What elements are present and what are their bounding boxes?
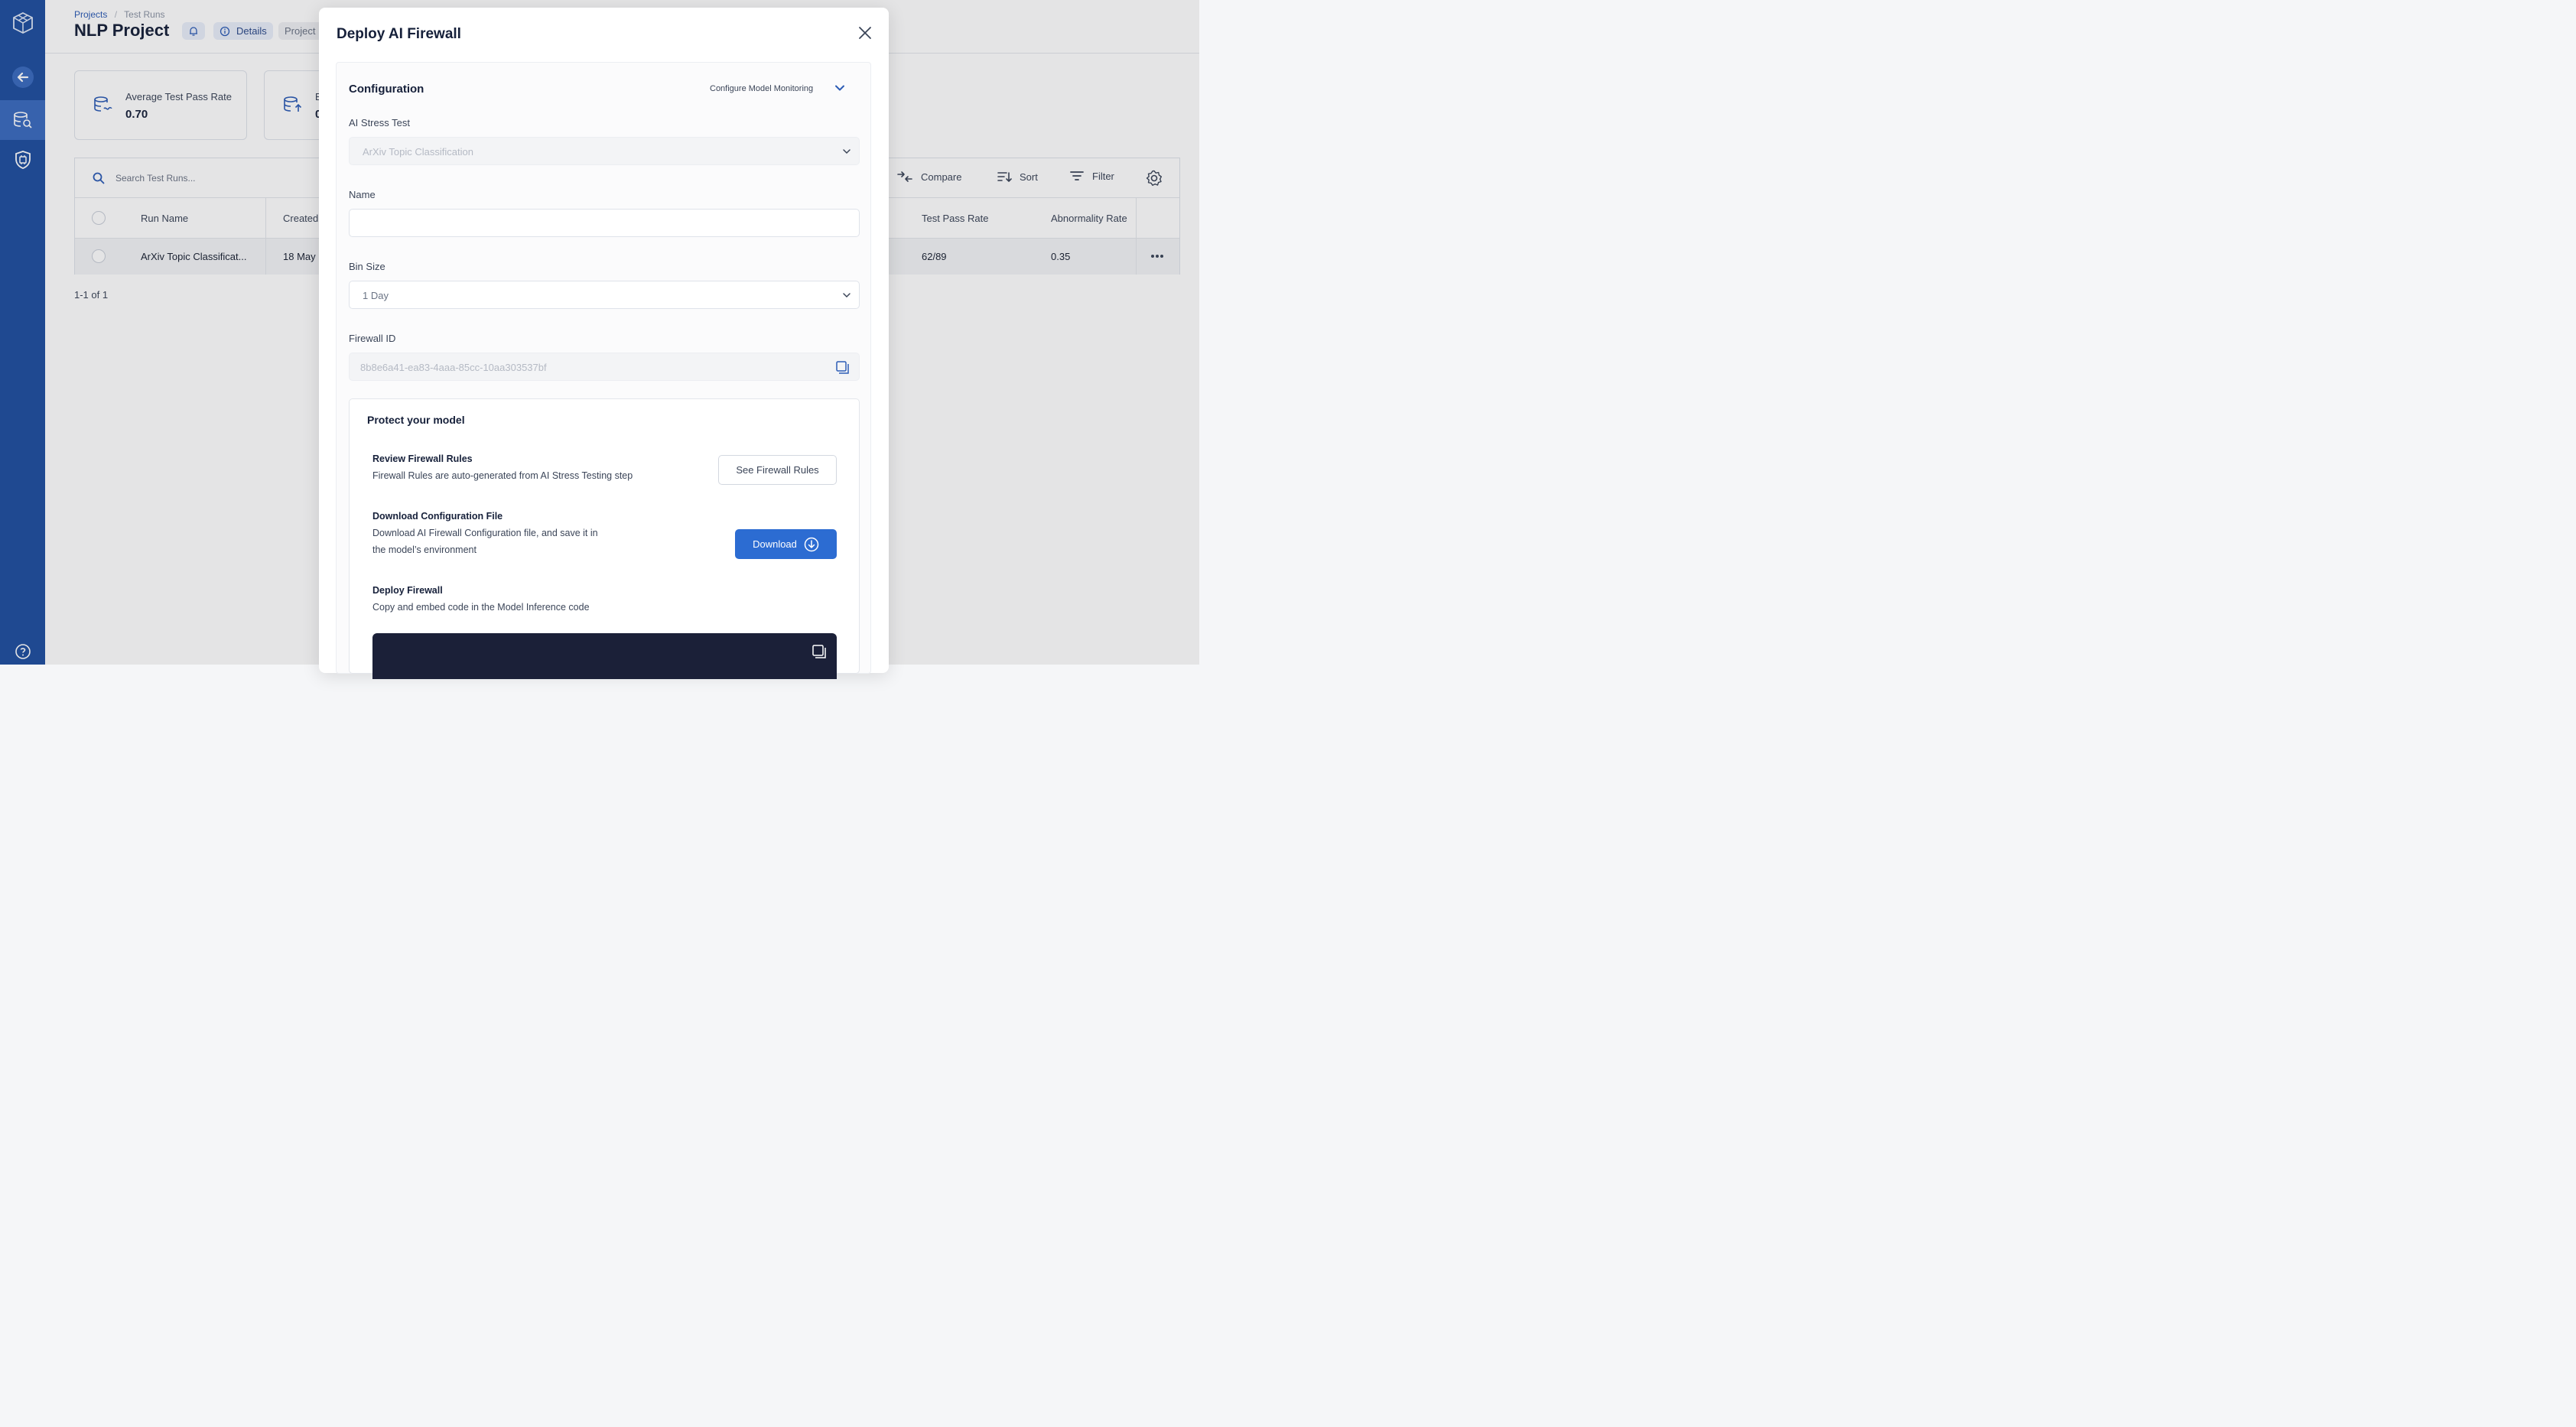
modal-title: Deploy AI Firewall [337,26,461,42]
code-snippet [372,633,837,679]
firewall-id-label: Firewall ID [349,333,396,344]
see-firewall-rules-button[interactable]: See Firewall Rules [718,455,837,485]
name-input[interactable] [349,209,860,237]
name-label: Name [349,189,376,200]
download-config-title: Download Configuration File [372,511,503,522]
download-config-description-line-1: Download AI Firewall Configuration file,… [372,528,598,538]
review-rules-title: Review Firewall Rules [372,453,473,464]
stress-test-label: AI Stress Test [349,117,410,128]
bin-size-value: 1 Day [363,290,389,301]
download-config-description-line-2: the model’s environment [372,544,476,555]
configuration-section: Configuration Configure Model Monitoring… [336,62,871,679]
chevron-down-icon [843,149,851,154]
deploy-firewall-modal: Deploy AI Firewall Configuration Configu… [319,8,889,679]
see-firewall-rules-label: See Firewall Rules [736,464,819,476]
deploy-firewall-description: Copy and embed code in the Model Inferen… [372,602,590,613]
download-button[interactable]: Download [735,529,837,559]
configure-monitoring-toggle[interactable]: Configure Model Monitoring [710,84,813,93]
bin-size-label: Bin Size [349,261,385,272]
close-icon[interactable] [857,24,873,41]
download-config-description: Download AI Firewall Configuration file,… [372,525,598,558]
chevron-down-icon [843,293,851,298]
deploy-firewall-title: Deploy Firewall [372,585,443,596]
copy-icon[interactable] [812,645,826,658]
firewall-id-field[interactable]: 8b8e6a41-ea83-4aaa-85cc-10aa303537bf [349,353,860,381]
download-icon [804,537,819,551]
firewall-id-value: 8b8e6a41-ea83-4aaa-85cc-10aa303537bf [360,362,547,373]
review-rules-description: Firewall Rules are auto-generated from A… [372,470,633,481]
download-label: Download [753,538,797,550]
stress-test-value: ArXiv Topic Classification [363,146,473,158]
stress-test-select[interactable]: ArXiv Topic Classification [349,137,860,165]
bin-size-select[interactable]: 1 Day [349,281,860,309]
protect-title: Protect your model [367,414,465,426]
protect-model-section: Protect your model Review Firewall Rules… [349,398,860,679]
copy-icon[interactable] [836,361,849,374]
chevron-down-icon[interactable] [834,83,845,93]
configuration-title: Configuration [349,83,424,96]
